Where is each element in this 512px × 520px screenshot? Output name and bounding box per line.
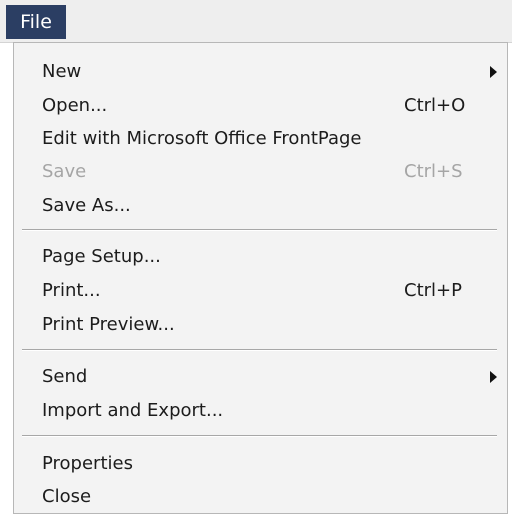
menu-item-close-label: Close [42, 486, 92, 507]
menu-item-print-preview[interactable]: Print Preview... [14, 308, 507, 342]
file-menu-title[interactable]: File [6, 5, 66, 39]
menu-item-open-shortcut: Ctrl+O [404, 95, 466, 116]
menu-item-edit-frontpage[interactable]: Edit with Microsoft Office FrontPage [14, 122, 507, 156]
menu-item-open[interactable]: Open... Ctrl+O [14, 89, 507, 123]
menu-item-open-label: Open... [42, 95, 108, 116]
file-menu-dropdown: New Open... Ctrl+O Edit with Microsoft O… [13, 42, 508, 514]
menu-item-send-label: Send [42, 366, 88, 387]
menu-item-send[interactable]: Send [14, 360, 507, 394]
menu-item-close[interactable]: Close [14, 480, 507, 514]
menu-item-page-setup[interactable]: Page Setup... [14, 240, 507, 274]
menu-item-print-preview-label: Print Preview... [42, 314, 175, 335]
menu-item-save-as-label: Save As... [42, 195, 131, 216]
menu-item-new[interactable]: New [14, 55, 507, 89]
menu-item-edit-frontpage-label: Edit with Microsoft Office FrontPage [42, 128, 362, 149]
menu-item-import-export-label: Import and Export... [42, 400, 224, 421]
menu-item-save: Save Ctrl+S [14, 155, 507, 189]
menu-item-new-label: New [42, 61, 82, 82]
menu-item-print[interactable]: Print... Ctrl+P [14, 274, 507, 308]
menu-item-save-label: Save [42, 161, 87, 182]
menu-separator [22, 349, 497, 351]
menu-separator [22, 229, 497, 231]
menu-item-print-shortcut: Ctrl+P [404, 280, 462, 301]
menu-item-print-label: Print... [42, 280, 101, 301]
menu-item-save-as[interactable]: Save As... [14, 189, 507, 223]
chevron-right-icon [490, 66, 497, 78]
menu-item-properties[interactable]: Properties [14, 447, 507, 481]
menubar: File [0, 0, 512, 43]
menu-item-import-export[interactable]: Import and Export... [14, 394, 507, 428]
menu-item-properties-label: Properties [42, 453, 133, 474]
menu-item-save-shortcut: Ctrl+S [404, 161, 463, 182]
chevron-right-icon [490, 371, 497, 383]
menu-separator [22, 435, 497, 437]
menu-item-page-setup-label: Page Setup... [42, 246, 161, 267]
